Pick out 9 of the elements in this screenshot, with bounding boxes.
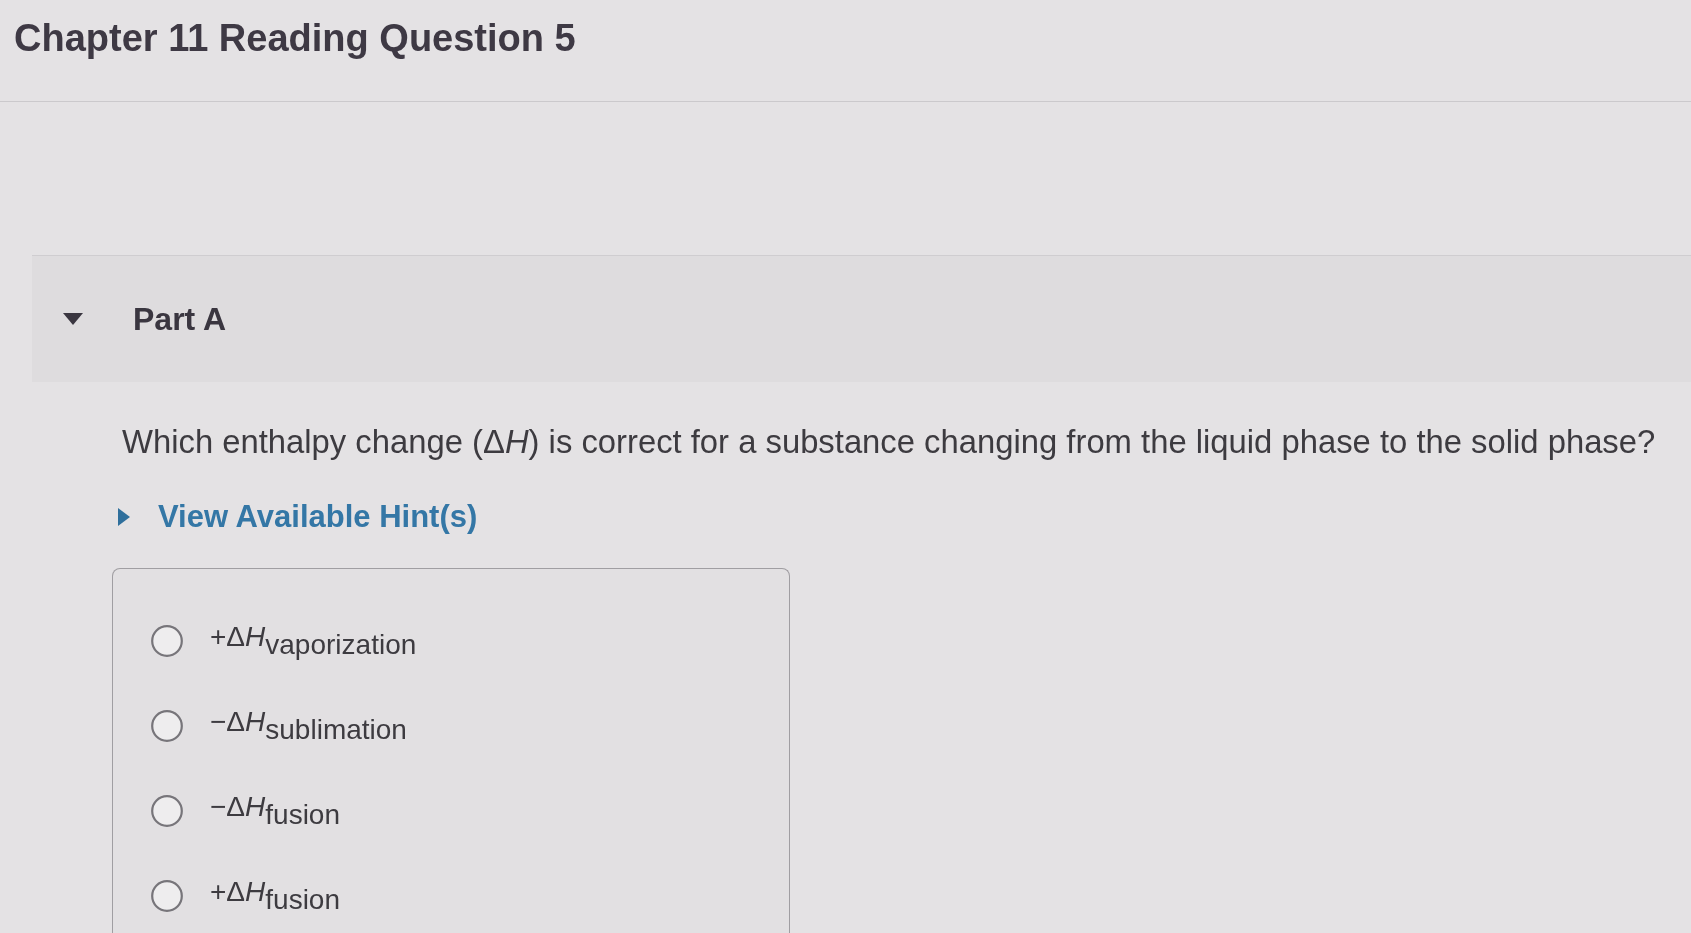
hints-link[interactable]: View Available Hint(s): [118, 499, 478, 535]
radio-button[interactable]: [151, 795, 183, 827]
radio-button[interactable]: [151, 710, 183, 742]
radio-button[interactable]: [151, 625, 183, 657]
page-title: Chapter 11 Reading Question 5: [14, 16, 576, 61]
collapse-triangle-icon[interactable]: [63, 313, 83, 325]
part-title: Part A: [133, 299, 227, 339]
radio-button[interactable]: [151, 880, 183, 912]
question-text: Which enthalpy change (ΔH) is correct for a substance changing from the liquid phase to the solid phase?: [122, 422, 1656, 462]
